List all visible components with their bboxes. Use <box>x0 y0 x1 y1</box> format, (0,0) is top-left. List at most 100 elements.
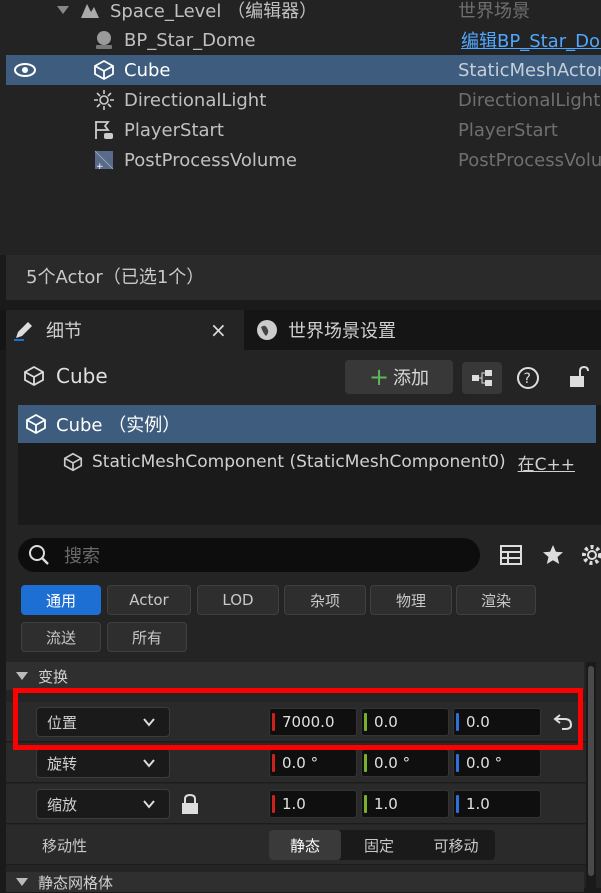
edit-blueprint-link[interactable]: 编辑BP_Star_Dome <box>461 27 601 53</box>
filter-streaming[interactable]: 流送 <box>21 622 101 652</box>
tab-world-settings-label: 世界场景设置 <box>288 321 396 342</box>
scale-y-value: 1.0 <box>374 795 398 813</box>
outliner-item-label: Cube <box>124 59 171 81</box>
actor-header: Cube <box>22 364 108 388</box>
filter-misc[interactable]: 杂项 <box>284 585 366 615</box>
outliner-item-label: BP_Star_Dome <box>124 29 256 51</box>
volume-icon: + <box>94 150 114 172</box>
mobility-stationary[interactable]: 固定 <box>341 830 417 860</box>
scale-mode-dropdown[interactable]: 缩放 <box>36 789 170 819</box>
add-component-button[interactable]: + 添加 <box>345 360 453 394</box>
x-axis-marker <box>272 754 275 772</box>
filter-physics[interactable]: 物理 <box>370 585 452 615</box>
scale-x-field[interactable]: 1.0 <box>269 790 357 818</box>
chevron-down-icon <box>143 759 155 768</box>
mobility-label: 移动性 <box>42 837 88 855</box>
pencil-icon <box>14 322 32 341</box>
outliner-row-level[interactable]: Space_Level （编辑器） 世界场景 <box>6 0 601 25</box>
rotation-label: 旋转 <box>47 754 78 773</box>
outliner-item-type: StaticMeshActor <box>458 59 601 81</box>
search-icon <box>29 545 49 565</box>
scale-z-field[interactable]: 1.0 <box>453 790 541 818</box>
outliner-row-directional-light[interactable]: DirectionalLight DirectionalLight <box>6 85 601 115</box>
settings-gear-icon[interactable] <box>580 543 601 567</box>
search-input[interactable]: 搜索 <box>18 538 480 572</box>
section-title: 静态网格体 <box>38 873 114 892</box>
property-row-scale: 缩放 1.0 1.0 1.0 <box>6 784 589 824</box>
tab-world-settings[interactable]: 世界场景设置 <box>256 310 456 350</box>
outliner-item-label: DirectionalLight <box>124 89 267 111</box>
favorites-star-icon[interactable] <box>541 543 565 567</box>
y-axis-marker <box>364 795 367 813</box>
scale-y-field[interactable]: 1.0 <box>361 790 449 818</box>
blueprint-button[interactable] <box>462 362 502 394</box>
outliner-item-type: PostProcessVolume <box>458 149 601 171</box>
y-axis-marker <box>364 754 367 772</box>
close-tab-icon[interactable]: × <box>210 318 227 342</box>
rotation-x-field[interactable]: 0.0 ° <box>269 749 357 777</box>
filter-all[interactable]: 所有 <box>107 622 187 652</box>
component-root-row[interactable]: Cube （实例） <box>18 405 596 443</box>
expand-arrow-icon[interactable] <box>56 5 70 15</box>
property-row-mobility: 移动性 静态 固定 可移动 <box>6 825 589 865</box>
cube-icon <box>26 413 46 435</box>
outliner-panel: Space_Level （编辑器） 世界场景 BP_Star_Dome 编辑BP… <box>0 0 601 255</box>
filter-rendering[interactable]: 渲染 <box>456 585 536 615</box>
mobility-static[interactable]: 静态 <box>269 830 341 860</box>
section-header-transform[interactable]: 变换 <box>6 662 584 690</box>
rotation-z-value: 0.0 ° <box>466 754 503 772</box>
help-icon[interactable]: ? <box>516 366 540 390</box>
outliner-item-type: DirectionalLight <box>458 89 601 111</box>
blueprint-sphere-icon <box>96 31 112 49</box>
level-icon <box>81 4 99 18</box>
plus-icon: + <box>368 363 390 391</box>
mobility-movable[interactable]: 可移动 <box>417 830 495 860</box>
section-header-static-mesh[interactable]: 静态网格体 <box>6 872 584 892</box>
outliner-item-type: PlayerStart <box>458 119 558 141</box>
lock-scale-icon[interactable] <box>180 793 200 815</box>
add-label: 添加 <box>393 368 430 389</box>
component-label: Cube （实例） <box>56 415 181 436</box>
chevron-down-icon <box>143 800 155 809</box>
svg-text:?: ? <box>524 371 531 387</box>
tab-details-label: 细节 <box>46 321 82 342</box>
outliner-row-player-start[interactable]: PlayerStart PlayerStart <box>6 115 601 145</box>
component-child-row[interactable]: StaticMeshComponent (StaticMeshComponent… <box>62 447 601 477</box>
scrollbar-thumb[interactable] <box>588 666 594 876</box>
visibility-eye-icon[interactable] <box>14 61 36 79</box>
cube-icon <box>94 59 114 81</box>
outliner-row-bp-star-dome[interactable]: BP_Star_Dome 编辑BP_Star_Dome <box>6 25 601 55</box>
outliner-item-label: PostProcessVolume <box>124 149 297 171</box>
z-axis-marker <box>456 754 459 772</box>
outliner-item-label: PlayerStart <box>124 119 224 141</box>
outliner-row-post-process-volume[interactable]: + PostProcessVolume PostProcessVolume <box>6 145 601 175</box>
rotation-z-field[interactable]: 0.0 ° <box>453 749 541 777</box>
static-mesh-icon <box>63 452 83 472</box>
x-axis-marker <box>272 795 275 813</box>
collapse-arrow-icon <box>16 672 28 680</box>
highlight-box <box>13 688 583 750</box>
search-placeholder: 搜索 <box>64 546 100 567</box>
player-start-icon <box>95 121 113 139</box>
z-axis-marker <box>456 795 459 813</box>
rotation-y-field[interactable]: 0.0 ° <box>361 749 449 777</box>
globe-icon <box>257 320 277 340</box>
table-view-icon[interactable] <box>500 544 522 566</box>
outliner-item-type: 世界场景 <box>458 1 530 22</box>
tab-details[interactable]: 细节 × <box>6 310 244 350</box>
filter-general[interactable]: 通用 <box>21 585 101 615</box>
lock-icon[interactable] <box>566 364 590 390</box>
cpp-source-link[interactable]: 在C++ <box>518 450 575 475</box>
section-title: 变换 <box>38 667 69 686</box>
filter-actor[interactable]: Actor <box>107 585 191 615</box>
rotation-x-value: 0.0 ° <box>282 754 319 772</box>
outliner-row-cube[interactable]: Cube StaticMeshActor <box>6 55 601 85</box>
component-label: StaticMeshComponent (StaticMeshComponent… <box>92 452 506 472</box>
outliner-status: 5个Actor（已选1个） <box>6 255 601 300</box>
rotation-mode-dropdown[interactable]: 旋转 <box>36 748 170 778</box>
filter-lod[interactable]: LOD <box>197 585 279 615</box>
details-panel: Cube + 添加 ? Cube （实例） StaticMeshComponen… <box>6 350 601 892</box>
details-scrollbar[interactable] <box>586 662 596 888</box>
actor-name: Cube <box>56 364 108 388</box>
sun-icon <box>94 90 114 110</box>
